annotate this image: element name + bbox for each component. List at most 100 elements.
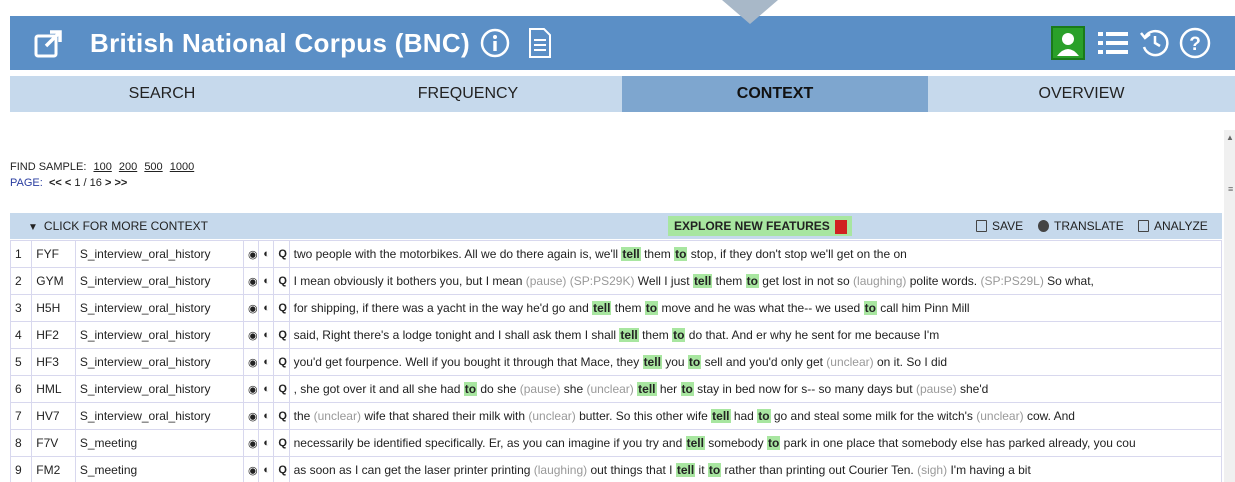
genre-label[interactable]: S_interview_oral_history (74, 375, 245, 403)
keyword-highlight[interactable]: tell (685, 436, 705, 450)
scroll-up-icon[interactable]: ▲ (1226, 133, 1234, 142)
translate-button[interactable]: TRANSLATE (1038, 219, 1124, 233)
keyword-highlight[interactable]: to (757, 409, 771, 423)
globe-icon[interactable]: ◐ (258, 456, 275, 482)
table-row[interactable]: 9 FM2 S_meeting ◉ ◐ Qas soon as I can get the… (9, 456, 1223, 482)
tab-frequency[interactable]: FREQUENCY (314, 76, 622, 112)
text-code[interactable]: HF2 (31, 321, 76, 349)
keyword-highlight[interactable]: tell (692, 274, 713, 288)
keyword-highlight[interactable]: tell (621, 247, 641, 261)
search-icon[interactable]: Q (273, 267, 290, 295)
search-icon[interactable]: Q (273, 375, 290, 403)
text-code[interactable]: FM2 (31, 456, 76, 482)
audio-icon[interactable]: ◉ (243, 375, 260, 403)
audio-icon[interactable]: ◉ (243, 429, 260, 457)
table-row[interactable]: 5 HF3 S_interview_oral_history ◉ ◐ Qyou'd get… (9, 348, 1223, 376)
table-row[interactable]: 7 HV7 S_interview_oral_history ◉ ◐ Qthe (uncl… (9, 402, 1223, 430)
text-code[interactable]: HF3 (31, 348, 76, 376)
history-icon[interactable] (1139, 27, 1171, 59)
table-row[interactable]: 4 HF2 S_interview_oral_history ◉ ◐ Qsaid, Rig… (9, 321, 1223, 349)
sample-100-link[interactable]: 100 (93, 161, 111, 173)
search-icon[interactable]: Q (273, 456, 290, 482)
audio-icon[interactable]: ◉ (243, 348, 260, 376)
table-row[interactable]: 6 HML S_interview_oral_history ◉ ◐ Q, she got… (9, 375, 1223, 403)
text-code[interactable]: GYM (31, 267, 76, 295)
sample-1000-link[interactable]: 1000 (170, 161, 194, 173)
keyword-highlight[interactable]: to (863, 301, 877, 315)
genre-label[interactable]: S_interview_oral_history (74, 321, 245, 349)
globe-icon[interactable]: ◐ (258, 240, 275, 268)
sample-500-link[interactable]: 500 (144, 161, 162, 173)
audio-icon[interactable]: ◉ (243, 456, 260, 482)
info-icon[interactable] (480, 28, 510, 58)
text-code[interactable]: H5H (31, 294, 76, 322)
vertical-scrollbar[interactable] (1224, 130, 1235, 482)
more-context-button[interactable]: ▼ CLICK FOR MORE CONTEXT (28, 219, 208, 233)
search-icon[interactable]: Q (273, 402, 290, 430)
text-code[interactable]: FYF (31, 240, 76, 268)
tab-overview[interactable]: OVERVIEW (928, 76, 1235, 112)
keyword-highlight[interactable]: to (745, 274, 759, 288)
keyword-highlight[interactable]: to (672, 328, 686, 342)
genre-label[interactable]: S_interview_oral_history (74, 240, 245, 268)
genre-label[interactable]: S_meeting (74, 429, 245, 457)
table-row[interactable]: 1 FYF S_interview_oral_history ◉ ◐ Qtwo peopl… (9, 240, 1223, 268)
explore-features-button[interactable]: EXPLORE NEW FEATURES (668, 216, 852, 236)
keyword-highlight[interactable]: tell (592, 301, 612, 315)
table-row[interactable]: 2 GYM S_interview_oral_history ◉ ◐ Q I mean ob… (9, 267, 1223, 295)
document-icon[interactable] (528, 27, 552, 59)
keyword-highlight[interactable]: to (766, 436, 781, 450)
next-page-button[interactable]: > (105, 177, 111, 189)
search-icon[interactable]: Q (273, 294, 290, 322)
globe-icon[interactable]: ◐ (258, 321, 275, 349)
search-icon[interactable]: Q (273, 321, 290, 349)
globe-icon[interactable]: ◐ (258, 294, 275, 322)
sample-200-link[interactable]: 200 (119, 161, 137, 173)
tab-context[interactable]: CONTEXT (622, 76, 928, 112)
genre-label[interactable]: S_interview_oral_history (74, 348, 245, 376)
keyword-highlight[interactable]: tell (637, 382, 657, 396)
keyword-highlight[interactable]: to (674, 247, 688, 261)
help-icon[interactable]: ? (1179, 27, 1211, 59)
keyword-highlight[interactable]: to (644, 301, 659, 315)
tab-search[interactable]: SEARCH (10, 76, 314, 112)
globe-icon[interactable]: ◐ (258, 348, 275, 376)
audio-icon[interactable]: ◉ (243, 402, 260, 430)
audio-icon[interactable]: ◉ (243, 240, 260, 268)
table-row[interactable]: 8 F7V S_meeting ◉ ◐ Qnecessarily be identifie… (9, 429, 1223, 457)
genre-label[interactable]: S_interview_oral_history (74, 294, 245, 322)
text-code[interactable]: HV7 (31, 402, 76, 430)
last-page-button[interactable]: >> (114, 177, 127, 189)
search-icon[interactable]: Q (273, 240, 290, 268)
keyword-highlight[interactable]: to (687, 355, 702, 369)
save-button[interactable]: SAVE (976, 219, 1023, 233)
keyword-highlight[interactable]: tell (711, 409, 731, 423)
audio-icon[interactable]: ◉ (243, 267, 260, 295)
user-icon[interactable] (1051, 26, 1085, 60)
keyword-highlight[interactable]: tell (642, 355, 662, 369)
search-icon[interactable]: Q (273, 429, 290, 457)
genre-label[interactable]: S_meeting (74, 456, 245, 482)
prev-page-button[interactable]: < (65, 177, 71, 189)
keyword-highlight[interactable]: tell (619, 328, 639, 342)
keyword-highlight[interactable]: tell (675, 463, 696, 477)
audio-icon[interactable]: ◉ (243, 321, 260, 349)
globe-icon[interactable]: ◐ (258, 402, 275, 430)
list-icon[interactable] (1098, 30, 1128, 56)
keyword-highlight[interactable]: to (463, 382, 478, 396)
globe-icon[interactable]: ◐ (258, 267, 275, 295)
globe-icon[interactable]: ◐ (258, 429, 275, 457)
scroll-grip-icon[interactable]: ≡ (1228, 184, 1233, 194)
text-code[interactable]: F7V (31, 429, 76, 457)
genre-label[interactable]: S_interview_oral_history (74, 402, 245, 430)
genre-label[interactable]: S_interview_oral_history (74, 267, 245, 295)
globe-icon[interactable]: ◐ (258, 375, 275, 403)
analyze-button[interactable]: ANALYZE (1138, 219, 1208, 233)
keyword-highlight[interactable]: to (707, 463, 722, 477)
audio-icon[interactable]: ◉ (243, 294, 260, 322)
keyword-highlight[interactable]: to (680, 382, 694, 396)
external-link-icon[interactable] (34, 28, 64, 58)
text-code[interactable]: HML (31, 375, 76, 403)
search-icon[interactable]: Q (273, 348, 290, 376)
first-page-button[interactable]: << (49, 177, 62, 189)
